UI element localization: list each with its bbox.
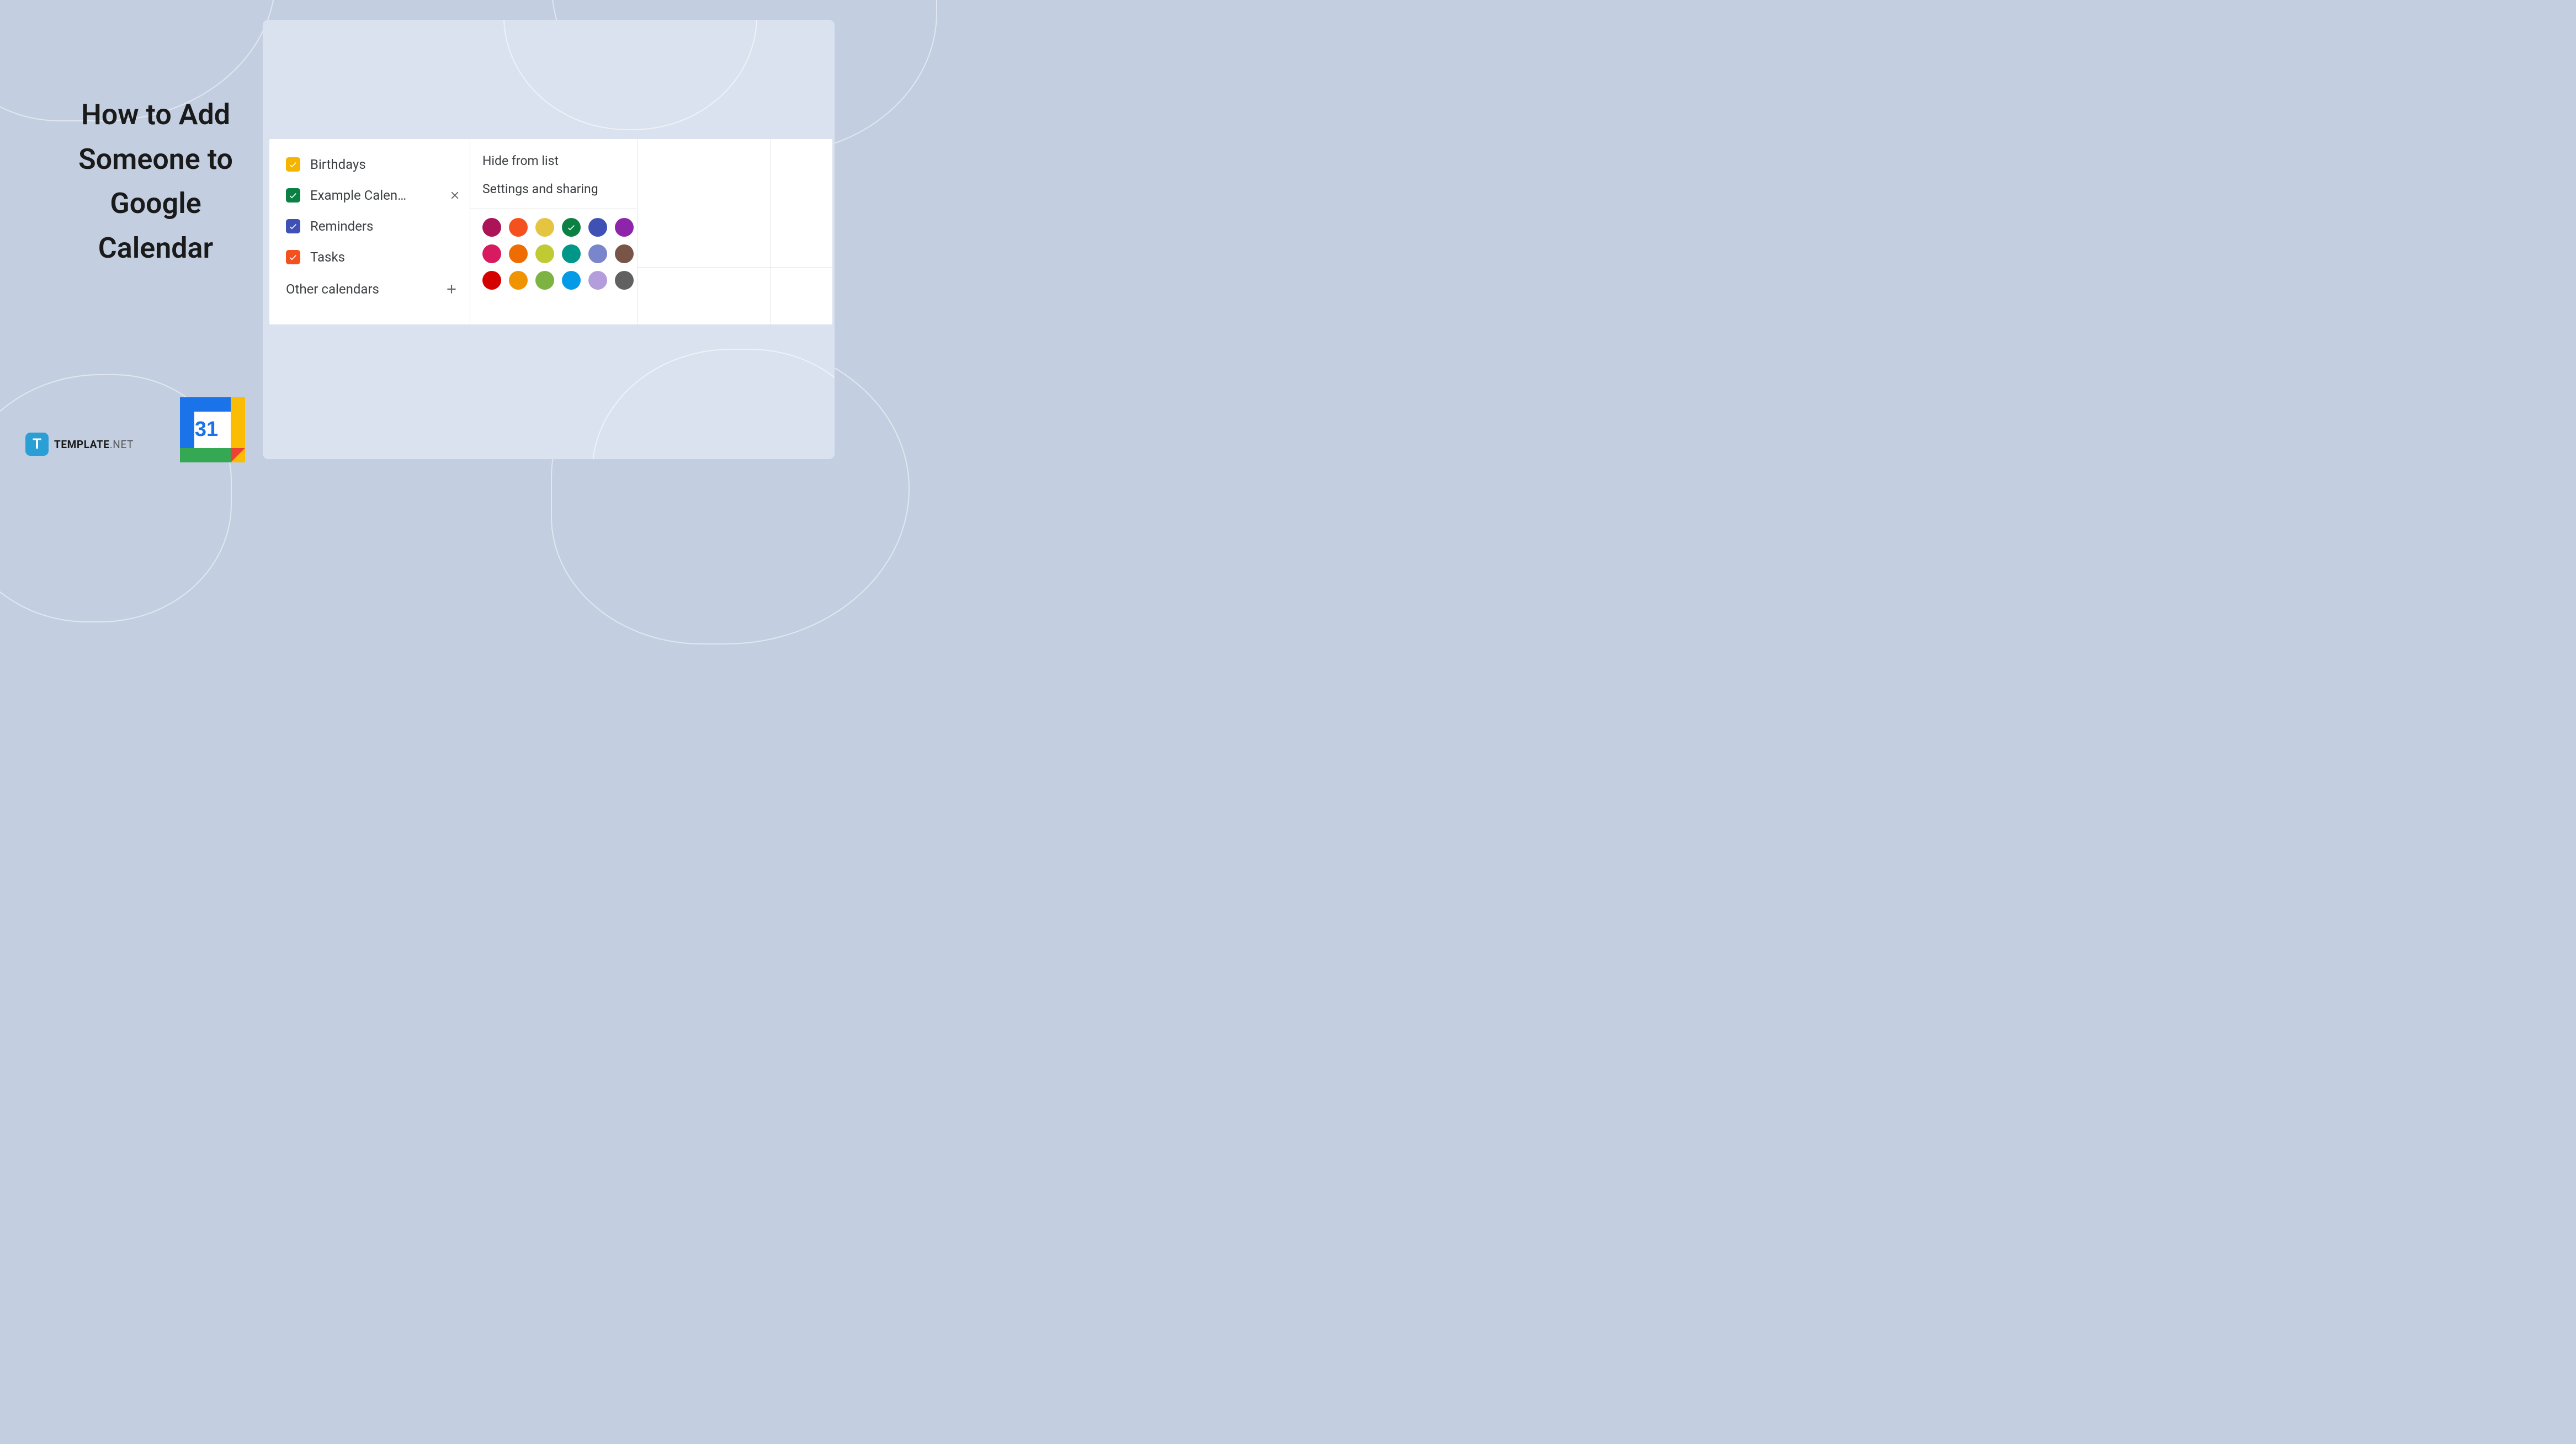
color-swatch[interactable] — [615, 271, 634, 290]
brand-name: TEMPLATE — [54, 438, 110, 451]
color-swatch[interactable] — [509, 218, 528, 237]
page-title: How to Add Someone to Google Calendar — [51, 93, 261, 270]
menu-settings-sharing[interactable]: Settings and sharing — [470, 175, 637, 203]
calendar-context-menu: Hide from list Settings and sharing — [470, 139, 637, 324]
color-swatch[interactable] — [588, 218, 607, 237]
color-swatch[interactable] — [588, 244, 607, 263]
other-calendars-row[interactable]: Other calendars — [286, 281, 461, 297]
color-swatch[interactable] — [509, 244, 528, 263]
menu-hide-from-list[interactable]: Hide from list — [470, 147, 637, 175]
color-picker — [470, 218, 637, 290]
color-swatch[interactable] — [535, 271, 554, 290]
color-swatch-selected[interactable] — [562, 218, 581, 237]
brand-badge: T TEMPLATE.NET — [25, 433, 134, 456]
calendar-screenshot: Birthdays Example Calen… Reminders — [269, 139, 832, 324]
color-swatch[interactable] — [509, 271, 528, 290]
color-swatch[interactable] — [588, 271, 607, 290]
color-swatch[interactable] — [562, 271, 581, 290]
calendar-row-example[interactable]: Example Calen… — [286, 183, 461, 207]
calendar-label: Example Calen… — [310, 188, 439, 203]
close-icon[interactable] — [449, 189, 461, 201]
checkbox-icon[interactable] — [286, 188, 300, 203]
calendar-row-birthdays[interactable]: Birthdays — [286, 152, 461, 177]
calendar-list: Birthdays Example Calen… Reminders — [269, 139, 470, 324]
checkbox-icon[interactable] — [286, 250, 300, 264]
calendar-row-reminders[interactable]: Reminders — [286, 214, 461, 238]
calendar-row-tasks[interactable]: Tasks — [286, 245, 461, 269]
color-swatch[interactable] — [482, 218, 501, 237]
other-calendars-label: Other calendars — [286, 281, 379, 297]
decor-curve — [592, 349, 835, 459]
color-swatch[interactable] — [562, 244, 581, 263]
color-swatch[interactable] — [482, 244, 501, 263]
checkbox-icon[interactable] — [286, 157, 300, 172]
calendar-label: Birthdays — [310, 157, 461, 172]
color-swatch[interactable] — [615, 218, 634, 237]
google-calendar-logo-icon: 31 — [180, 397, 245, 462]
inner-panel: Birthdays Example Calen… Reminders — [263, 20, 835, 459]
plus-icon[interactable] — [444, 282, 459, 296]
calendar-label: Reminders — [310, 219, 461, 234]
color-swatch[interactable] — [615, 244, 634, 263]
brand-logo-icon: T — [25, 433, 49, 456]
color-swatch[interactable] — [535, 244, 554, 263]
color-swatch[interactable] — [535, 218, 554, 237]
svg-text:31: 31 — [195, 418, 218, 441]
decor-curve — [503, 20, 757, 130]
brand-suffix: .NET — [110, 438, 134, 451]
brand-text: TEMPLATE.NET — [54, 438, 134, 451]
color-swatch[interactable] — [482, 271, 501, 290]
checkbox-icon[interactable] — [286, 219, 300, 233]
calendar-grid — [637, 139, 832, 324]
calendar-label: Tasks — [310, 249, 461, 265]
